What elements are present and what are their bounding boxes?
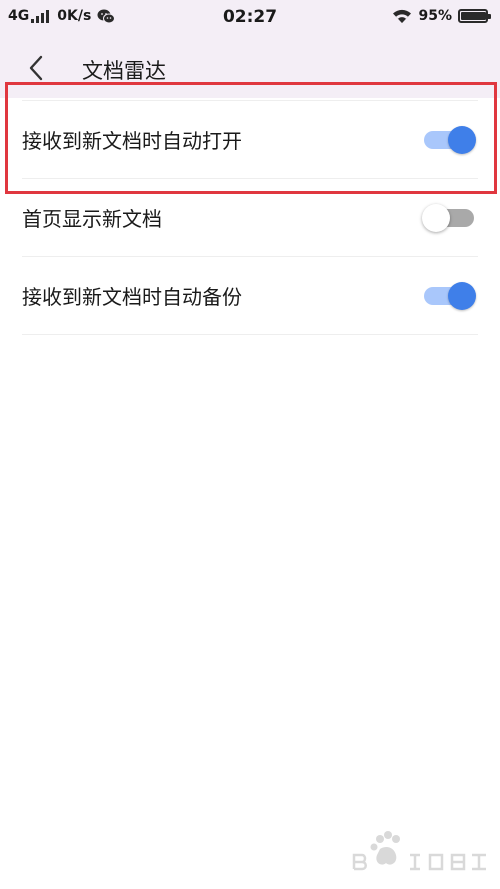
setting-label: 首页显示新文档: [22, 207, 162, 231]
settings-list: 接收到新文档时自动打开 首页显示新文档 接收到新文档时自动备份: [0, 100, 500, 335]
setting-row-auto-open[interactable]: 接收到新文档时自动打开: [22, 100, 478, 179]
battery-icon: [458, 9, 491, 23]
toggle-knob: [448, 125, 476, 154]
setting-row-homepage-show[interactable]: 首页显示新文档: [22, 179, 478, 257]
nav-bar: 文档雷达: [0, 36, 500, 98]
status-right: 95%: [392, 8, 491, 24]
battery-fill: [461, 12, 486, 20]
toggle-knob: [448, 281, 476, 310]
auto-open-toggle[interactable]: [422, 125, 476, 154]
back-button[interactable]: [18, 50, 54, 86]
toggle-knob: [422, 203, 450, 232]
status-bar: 4G 0K/s 02:27 95%: [0, 0, 500, 36]
chevron-left-icon: [29, 55, 43, 81]
auto-backup-toggle[interactable]: [422, 281, 476, 310]
battery-percent: 95%: [418, 8, 452, 24]
baidu-jingyan-watermark: [352, 831, 486, 871]
battery-tip: [488, 14, 491, 19]
homepage-show-toggle[interactable]: [422, 203, 476, 232]
page-title: 文档雷达: [82, 59, 166, 83]
setting-label: 接收到新文档时自动打开: [22, 129, 242, 153]
setting-row-auto-backup[interactable]: 接收到新文档时自动备份: [22, 257, 478, 335]
wifi-icon: [393, 9, 412, 23]
setting-label: 接收到新文档时自动备份: [22, 285, 242, 309]
